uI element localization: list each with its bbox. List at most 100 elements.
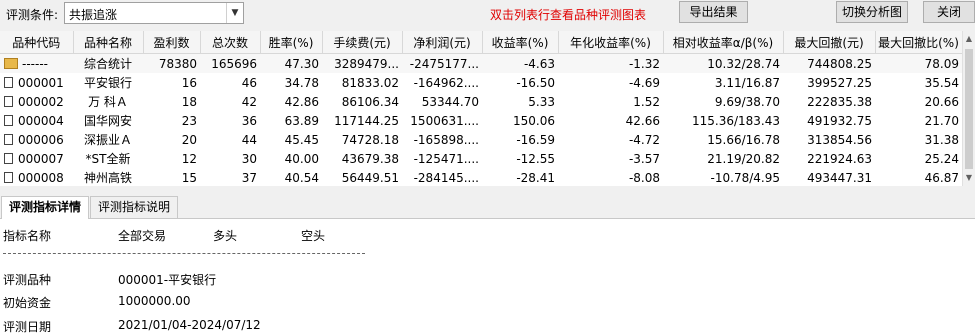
cell-name: 综合统计 <box>73 53 143 73</box>
arrow-down-icon[interactable]: ▼ <box>963 170 975 186</box>
cell-fee: 74728.18 <box>341 132 399 147</box>
cell-maxddpct: 21.70 <box>924 113 959 128</box>
item-value: 000001-平安银行 <box>118 273 217 287</box>
cell-relative: 10.32/28.74 <box>663 53 783 73</box>
table-row[interactable]: ------ 综合统计 78380 165696 47.30 3289479... -247… <box>0 53 962 73</box>
column-header[interactable]: 总次数 <box>200 31 261 54</box>
cell-maxdd: 222835.38 <box>807 94 872 109</box>
cell-relative: -10.78/4.95 <box>710 170 780 185</box>
cell-code: 000004 <box>0 111 73 130</box>
item-value: 2021/01/04-2024/07/12 <box>118 318 261 332</box>
cell-profit: -284145.... <box>413 170 479 185</box>
cell-ret: -4.63 <box>482 53 558 73</box>
cell-annual: -8.08 <box>628 170 660 185</box>
column-header[interactable]: 品种名称 <box>73 31 144 54</box>
cell-code-text: 000006 <box>18 132 64 147</box>
cell-maxdd: 313854.56 <box>807 132 872 147</box>
cell-winrate: 34.78 <box>284 75 319 90</box>
scroll-thumb[interactable] <box>965 49 973 169</box>
cell-total: 30 <box>241 151 257 166</box>
vertical-scrollbar[interactable]: ▲ ▼ <box>962 31 975 186</box>
cell-win: 23 <box>181 113 197 128</box>
table-row[interactable]: 000006 深振业Ａ 20 44 45.45 74728.18 -165898.... -1… <box>0 130 962 149</box>
cell-win: 12 <box>181 151 197 166</box>
cell-profit: -2475177... <box>402 53 482 73</box>
table-row[interactable]: 000007 *ST全新 12 30 40.00 43679.38 -125471.... -… <box>0 149 962 168</box>
cell-profit: -125471.... <box>413 151 479 166</box>
cell-fee: 3289479... <box>322 53 402 73</box>
table-row[interactable]: 000002 万 科Ａ 18 42 42.86 86106.34 53344.70 5.33 1… <box>0 92 962 111</box>
tab-bar: 评测指标详情 评测指标说明 <box>0 194 975 219</box>
arrow-up-icon[interactable]: ▲ <box>963 31 975 47</box>
chevron-down-icon[interactable]: ▼ <box>226 3 243 23</box>
table-row[interactable]: 000004 国华网安 23 36 63.89 117144.25 1500631.... 1… <box>0 111 962 130</box>
cell-relative: 9.69/38.70 <box>714 94 780 109</box>
cell-ret: 5.33 <box>528 94 555 109</box>
item-label: 评测日期 <box>3 320 52 334</box>
results-table: 品种代码 品种名称 盈利数 总次数 胜率(%) 手续费(元) 净利润(元) 收益… <box>0 31 962 186</box>
cell-fee: 56449.51 <box>341 170 399 185</box>
cell-relative: 115.36/183.43 <box>691 113 780 128</box>
table-row[interactable]: 000001 平安银行 16 46 34.78 81833.02 -164962.... -1… <box>0 73 962 92</box>
divider <box>3 253 365 254</box>
column-header[interactable]: 净利润(元) <box>402 31 483 54</box>
cell-ret: 150.06 <box>513 113 555 128</box>
cell-code-text: 000008 <box>18 170 64 185</box>
column-header[interactable]: 相对收益率α/β(%) <box>663 31 784 54</box>
condition-select[interactable]: 共振追涨 ▼ <box>64 2 244 24</box>
column-header[interactable]: 收益率(%) <box>482 31 559 54</box>
cell-maxdd: 744808.25 <box>783 53 875 73</box>
table-row[interactable]: 000008 神州高铁 15 37 40.54 56449.51 -284145.... -2… <box>0 168 962 186</box>
close-button[interactable]: 关闭 <box>923 1 975 23</box>
file-icon <box>4 114 13 126</box>
cell-ret: -28.41 <box>516 170 555 185</box>
cell-total: 46 <box>241 75 257 90</box>
cell-ret: -16.59 <box>516 132 555 147</box>
column-header[interactable]: 盈利数 <box>143 31 201 54</box>
cell-relative: 21.19/20.82 <box>707 151 780 166</box>
cell-maxdd: 221924.63 <box>807 151 872 166</box>
cell-annual: -1.32 <box>558 53 663 73</box>
cell-win: 20 <box>181 132 197 147</box>
column-header[interactable]: 品种代码 <box>0 31 74 54</box>
cell-code: 000008 <box>0 168 73 186</box>
switch-chart-button[interactable]: 切换分析图 <box>836 1 908 23</box>
tab-detail[interactable]: 评测指标详情 <box>1 196 90 219</box>
cell-win: 16 <box>181 75 197 90</box>
tab-explain[interactable]: 评测指标说明 <box>90 196 179 218</box>
header-name: 指标名称 <box>3 229 52 243</box>
toolbar: 评测条件: 共振追涨 ▼ 双击列表行查看品种评测图表 导出结果 切换分析图 关闭 <box>0 0 975 30</box>
cell-annual: -4.72 <box>628 132 660 147</box>
cell-winrate: 47.30 <box>260 53 322 73</box>
cell-annual: 1.52 <box>633 94 660 109</box>
column-header[interactable]: 最大回撤比(%) <box>875 31 962 54</box>
cell-code-text: 000002 <box>18 94 64 109</box>
table-header: 品种代码 品种名称 盈利数 总次数 胜率(%) 手续费(元) 净利润(元) 收益… <box>0 31 962 54</box>
cell-win: 15 <box>181 170 197 185</box>
column-header[interactable]: 胜率(%) <box>260 31 323 54</box>
cell-fee: 43679.38 <box>341 151 399 166</box>
cell-total: 36 <box>241 113 257 128</box>
hint-text: 双击列表行查看品种评测图表 <box>490 8 647 22</box>
cell-total: 42 <box>241 94 257 109</box>
column-header[interactable]: 年化收益率(%) <box>558 31 664 54</box>
column-header[interactable]: 手续费(元) <box>322 31 403 54</box>
cell-maxddpct: 78.09 <box>875 53 962 73</box>
file-icon <box>4 152 13 164</box>
cell-maxdd: 491932.75 <box>807 113 872 128</box>
cell-code-text: ------ <box>22 56 48 71</box>
cell-ret: -16.50 <box>516 75 555 90</box>
cell-code-text: 000007 <box>18 151 64 166</box>
cell-fee: 86106.34 <box>341 94 399 109</box>
cell-fee: 117144.25 <box>334 113 399 128</box>
export-button[interactable]: 导出结果 <box>679 1 748 23</box>
cell-winrate: 42.86 <box>284 94 319 109</box>
cell-total: 44 <box>241 132 257 147</box>
column-header[interactable]: 最大回撤(元) <box>783 31 876 54</box>
cell-code: ------ <box>0 53 73 73</box>
folder-icon <box>4 57 18 69</box>
item-value: 1000000.00 <box>118 294 191 308</box>
cell-fee: 81833.02 <box>341 75 399 90</box>
cell-maxddpct: 31.38 <box>924 132 959 147</box>
cell-profit: -164962.... <box>413 75 479 90</box>
